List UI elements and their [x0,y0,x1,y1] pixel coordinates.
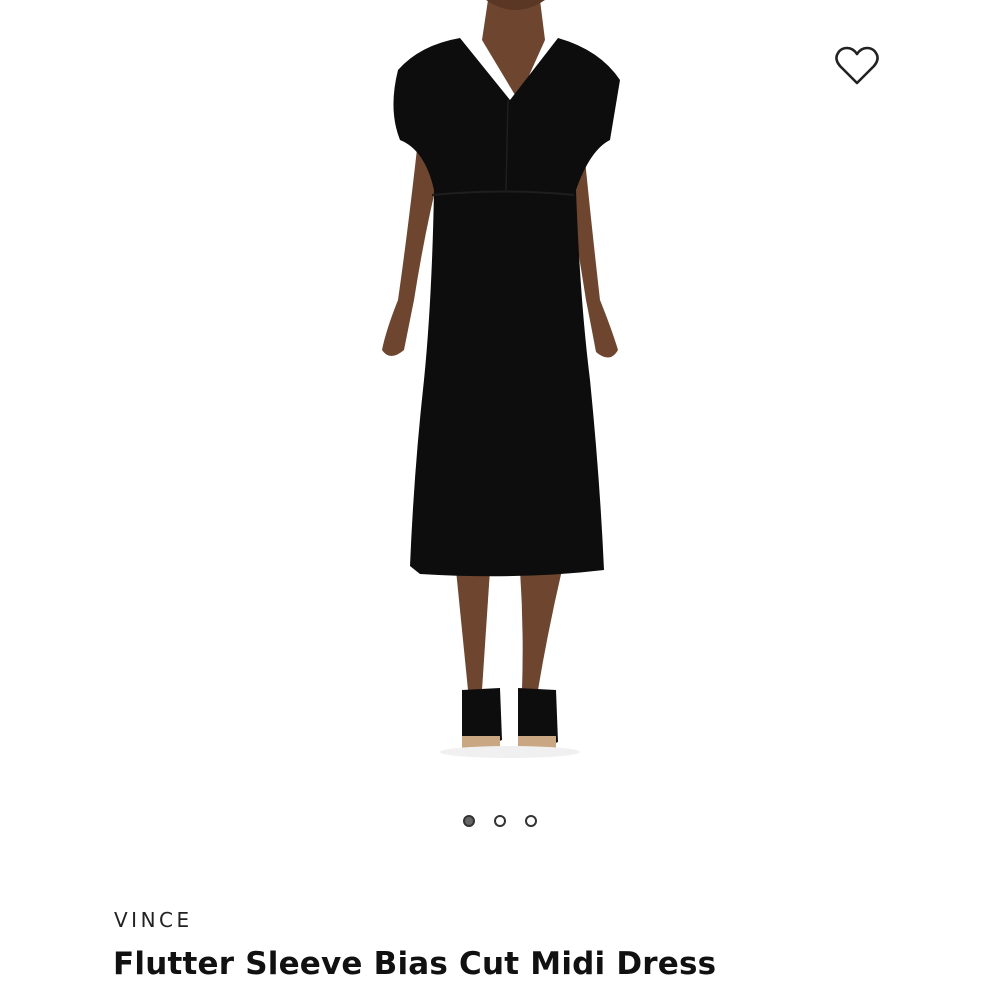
product-page: VINCE Flutter Sleeve Bias Cut Midi Dress [0,0,1000,1000]
product-title: Flutter Sleeve Bias Cut Midi Dress [113,946,717,982]
carousel-dot-3[interactable] [525,815,537,827]
carousel-dot-1[interactable] [463,815,475,827]
wishlist-button[interactable] [830,42,884,90]
heart-outline-icon [835,46,879,85]
carousel-dot-2[interactable] [494,815,506,827]
carousel-pagination [0,812,1000,830]
product-image[interactable] [0,0,1000,790]
brand-name[interactable]: VINCE [114,908,193,932]
